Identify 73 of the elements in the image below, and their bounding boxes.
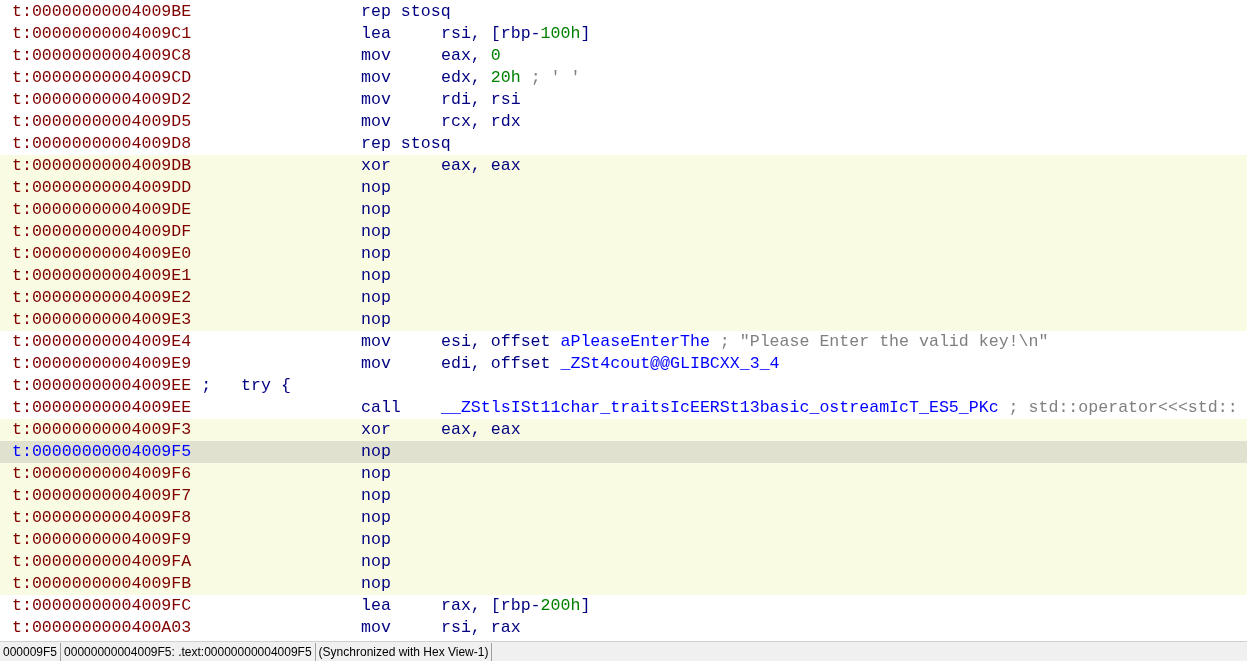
operands: rcx, rdx — [441, 110, 521, 133]
address: t:0000000000400A03 — [11, 616, 193, 639]
mnemonic: nop — [361, 462, 392, 485]
mnemonic: rep stosq — [361, 132, 451, 155]
operands: esi, offset aPleaseEnterThe ; "Please Enter the valid key!\n" — [441, 330, 1049, 353]
address: t:00000000004009DD — [11, 176, 193, 199]
operands: eax, eax — [441, 418, 521, 441]
mnemonic: nop — [361, 198, 392, 221]
address: t:00000000004009D8 — [11, 132, 193, 155]
operands: rax, [rbp-200h] — [441, 594, 591, 617]
mnemonic: lea — [361, 594, 392, 617]
operands: eax, eax — [441, 154, 521, 177]
address: t:00000000004009F7 — [11, 484, 193, 507]
address: t:00000000004009D2 — [11, 88, 193, 111]
mnemonic: mov — [361, 66, 392, 89]
mnemonic: mov — [361, 330, 392, 353]
operands: edx, 20h ; ' ' — [441, 66, 581, 89]
mnemonic: nop — [361, 220, 392, 243]
mnemonic: mov — [361, 352, 392, 375]
address: t:00000000004009EE — [11, 374, 192, 397]
address: t:00000000004009CD — [11, 66, 193, 89]
mnemonic: mov — [361, 88, 392, 111]
address: t:00000000004009E4 — [11, 330, 193, 353]
address: t:00000000004009D5 — [11, 110, 193, 133]
mnemonic: nop — [361, 506, 392, 529]
operands: rsi, [rbp-100h] — [441, 22, 591, 45]
mnemonic: nop — [361, 572, 392, 595]
mnemonic: lea — [361, 22, 392, 45]
mnemonic: nop — [361, 264, 392, 287]
address: t:00000000004009C1 — [11, 22, 193, 45]
address: t:00000000004009FC — [11, 594, 193, 617]
address: t:00000000004009F3 — [11, 418, 193, 441]
address: t:00000000004009E2 — [11, 286, 193, 309]
address: t:00000000004009F9 — [11, 528, 193, 551]
mnemonic: xor — [361, 154, 392, 177]
operands: eax, 0 — [441, 44, 501, 67]
mnemonic: nop — [361, 484, 392, 507]
status-segment: 000009F5 — [0, 642, 62, 661]
mnemonic: call — [361, 396, 402, 419]
mnemonic: nop — [361, 242, 392, 265]
operands: rdi, rsi — [441, 88, 521, 111]
operands: rsi, rax — [441, 616, 521, 639]
address: t:00000000004009BE — [11, 0, 193, 23]
status-segment: (Synchronized with Hex View-1) — [315, 642, 493, 661]
address: t:00000000004009F6 — [11, 462, 193, 485]
address: t:00000000004009F8 — [11, 506, 193, 529]
address: t:00000000004009DF — [11, 220, 193, 243]
address: t:00000000004009F5 — [11, 440, 193, 463]
mnemonic: rep stosq — [361, 0, 451, 23]
mnemonic: mov — [361, 616, 392, 639]
operands: edi, offset _ZSt4cout@@GLIBCXX_3_4 — [441, 352, 780, 375]
mnemonic: nop — [361, 550, 392, 573]
address: t:00000000004009EE — [11, 396, 193, 419]
mnemonic: nop — [361, 176, 392, 199]
mnemonic: nop — [361, 286, 392, 309]
try-block-comment: ; try { — [200, 374, 291, 397]
address: t:00000000004009FB — [11, 572, 193, 595]
address: t:00000000004009FA — [11, 550, 193, 573]
mnemonic: nop — [361, 440, 392, 463]
address: t:00000000004009DE — [11, 198, 193, 221]
address: t:00000000004009DB — [11, 154, 193, 177]
mnemonic: nop — [361, 308, 392, 331]
mnemonic: mov — [361, 110, 392, 133]
address: t:00000000004009E0 — [11, 242, 193, 265]
mnemonic: mov — [361, 44, 392, 67]
address: t:00000000004009E3 — [11, 308, 193, 331]
operands: __ZStlsISt11char_traitsIcEERSt13basic_ostreamIcT_ES5_PKc ; std::operator<<<std:: — [441, 396, 1238, 419]
address: t:00000000004009E1 — [11, 264, 193, 287]
address: t:00000000004009C8 — [11, 44, 193, 67]
address: t:00000000004009E9 — [11, 352, 193, 375]
mnemonic: nop — [361, 528, 392, 551]
status-segment: 00000000004009F5: .text:00000000004009F5 — [61, 642, 316, 661]
mnemonic: xor — [361, 418, 392, 441]
